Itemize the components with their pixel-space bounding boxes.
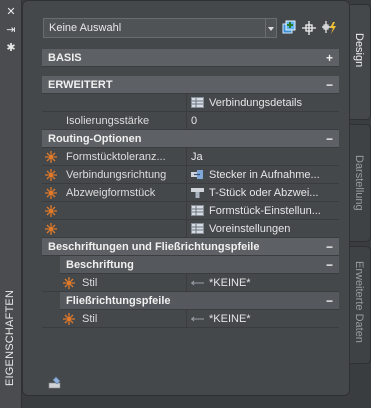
tab-design-label: Design (353, 33, 365, 68)
selection-dropdown[interactable]: Keine Auswahl (43, 18, 266, 38)
property-value: 0 (191, 115, 198, 127)
category-erweitert-label: ERWEITERT (48, 79, 113, 91)
tab-darstellung-label: Darstellung (353, 155, 365, 211)
property-value: Stecker in Aufnahme... (209, 169, 320, 181)
category-routing-optionen[interactable]: Routing-Optionen − (42, 130, 339, 148)
property-value: Verbindungsdetails (209, 97, 302, 109)
property-value-cell[interactable]: *KEINE* (186, 274, 339, 291)
style-icon (191, 280, 204, 286)
select-objects-icon[interactable] (300, 19, 318, 37)
add-selection-icon[interactable] (280, 19, 298, 37)
property-value-cell[interactable]: *KEINE* (186, 310, 339, 327)
properties-panel: Keine Auswahl BASIS + ERWEITERT − Verbin… (22, 0, 350, 396)
palette-title-bar[interactable]: ✕ ⇥ ✱ EIGENSCHAFTEN (0, 0, 22, 408)
property-name-cell (60, 94, 184, 111)
sun-icon (63, 313, 75, 325)
property-row-abzweigformstueck[interactable]: Abzweigformstück T-Stück oder Abzwei... (42, 184, 339, 202)
property-name: Abzweigformstück (66, 187, 156, 199)
sun-icon (45, 223, 57, 235)
tab-strip: Design Darstellung Erweiterte Daten (350, 0, 371, 396)
category-routing-label: Routing-Optionen (48, 133, 142, 145)
category-erweitert[interactable]: ERWEITERT − (42, 76, 339, 94)
tab-erweiterte-daten[interactable]: Erweiterte Daten (350, 246, 371, 364)
property-value-cell[interactable]: Formstück-Einstellun... (186, 202, 339, 219)
property-name: Isolierungsstärke (66, 115, 150, 127)
property-value-cell[interactable]: 0 (186, 112, 339, 129)
palette-title-text: EIGENSCHAFTEN (4, 289, 16, 386)
spacer (42, 67, 339, 76)
chevron-down-icon[interactable] (266, 18, 277, 38)
property-value-cell[interactable]: T-Stück oder Abzwei... (186, 184, 339, 201)
property-row-beschriftung-stil[interactable]: Stil *KEINE* (42, 274, 339, 292)
subcategory-fliessrichtungspfeile[interactable]: Fließrichtungspfeile − (60, 292, 339, 310)
tab-design[interactable]: Design (350, 4, 371, 120)
collapse-icon[interactable]: − (326, 76, 333, 94)
collapse-icon[interactable]: − (326, 256, 333, 274)
sun-icon (45, 205, 57, 217)
details-icon (191, 97, 204, 108)
category-beschriftungen[interactable]: Beschriftungen und Fließrichtungspfeile … (42, 238, 339, 256)
property-row-pfeile-stil[interactable]: Stil *KEINE* (42, 310, 339, 328)
connector-icon (191, 170, 203, 179)
property-value: Voreinstellungen (209, 223, 291, 235)
property-value-cell[interactable]: Verbindungsdetails (186, 94, 339, 111)
property-value-cell[interactable]: Ja (186, 148, 339, 165)
collapse-icon[interactable]: − (326, 238, 333, 256)
style-icon (191, 316, 204, 322)
property-name: Formstücktoleranz... (66, 151, 166, 163)
quick-select-icon[interactable] (320, 19, 338, 37)
property-grid: BASIS + ERWEITERT − Verbindungsdetails I… (42, 49, 339, 328)
property-value: Formstück-Einstellun... (209, 205, 321, 217)
sun-icon (63, 277, 75, 289)
property-row-verbindungsdetails[interactable]: Verbindungsdetails (42, 94, 339, 112)
property-value-cell[interactable]: Stecker in Aufnahme... (186, 166, 339, 183)
subcategory-pfeile-label: Fließrichtungspfeile (66, 295, 171, 307)
property-row-formstuecktoleranz[interactable]: Formstücktoleranz... Ja (42, 148, 339, 166)
property-row-verbindungsrichtung[interactable]: Verbindungsrichtung Stecker in Aufnahme.… (42, 166, 339, 184)
tab-erweiterte-daten-label: Erweiterte Daten (353, 261, 365, 343)
property-value: *KEINE* (209, 313, 251, 325)
property-value: T-Stück oder Abzwei... (209, 187, 319, 199)
property-name: Stil (82, 313, 98, 325)
category-basis[interactable]: BASIS + (42, 49, 339, 67)
property-value-cell[interactable]: Voreinstellungen (186, 220, 339, 237)
close-icon[interactable]: ✕ (4, 6, 18, 18)
property-row-isolierungsstaerke[interactable]: Isolierungsstärke 0 (42, 112, 339, 130)
tab-darstellung[interactable]: Darstellung (350, 124, 371, 242)
category-beschriftungen-label: Beschriftungen und Fließrichtungspfeile (48, 241, 260, 253)
pin-icon[interactable]: ⇥ (4, 24, 18, 36)
property-name: Stil (82, 277, 98, 289)
expand-icon[interactable]: + (326, 49, 333, 67)
brush-icon[interactable] (47, 376, 63, 390)
category-basis-label: BASIS (48, 52, 82, 64)
palette-title: EIGENSCHAFTEN (2, 246, 20, 386)
property-value: *KEINE* (209, 277, 251, 289)
sun-icon (45, 169, 57, 181)
panel-bottom-edge (22, 396, 371, 408)
property-row-voreinstellungen[interactable]: Voreinstellungen (42, 220, 339, 238)
tee-icon (191, 188, 204, 198)
settings-icon[interactable]: ✱ (4, 42, 18, 54)
table-icon (191, 205, 204, 216)
collapse-icon[interactable]: − (326, 130, 333, 148)
property-value: Ja (191, 151, 203, 163)
property-name: Verbindungsrichtung (66, 169, 167, 181)
sun-icon (45, 187, 57, 199)
sun-icon (45, 151, 57, 163)
property-row-formstueck-einstellungen[interactable]: Formstück-Einstellun... (42, 202, 339, 220)
subcategory-beschriftung[interactable]: Beschriftung − (60, 256, 339, 274)
collapse-icon[interactable]: − (326, 292, 333, 310)
subcategory-beschriftung-label: Beschriftung (66, 259, 134, 271)
table-icon (191, 223, 204, 234)
